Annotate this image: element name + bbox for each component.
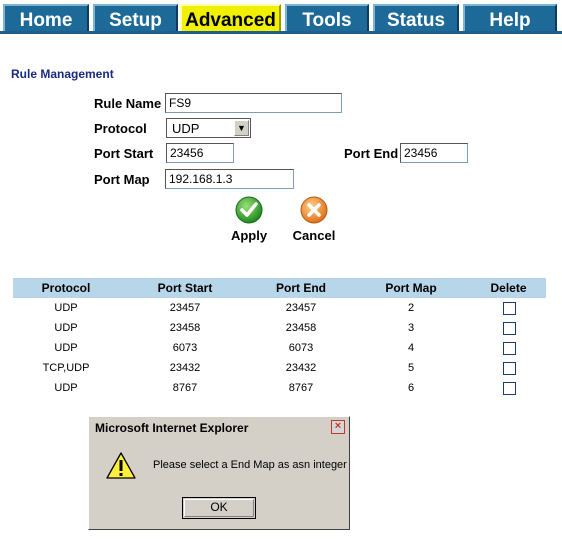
alert-dialog: Microsoft Internet Explorer × Please sel… [88,416,350,530]
tab-tools[interactable]: Tools [285,4,369,32]
delete-checkbox[interactable] [503,362,516,375]
col-delete: Delete [490,281,527,295]
cell-port-end: 23457 [285,302,317,314]
cell-port-end: 6073 [288,342,314,354]
port-start-input[interactable] [166,143,234,163]
cell-port-end: 23432 [285,362,317,374]
ok-button[interactable]: OK [182,497,256,519]
tab-advanced[interactable]: Advanced [180,4,281,32]
apply-label: Apply [230,228,268,243]
tab-setup[interactable]: Setup [93,4,178,32]
nav-underline [0,31,562,34]
delete-checkbox[interactable] [503,342,516,355]
delete-checkbox[interactable] [503,322,516,335]
cell-protocol: UDP [54,302,78,314]
tab-help[interactable]: Help [463,4,557,32]
protocol-label: Protocol [94,121,147,136]
close-icon[interactable]: × [331,420,345,434]
tab-status[interactable]: Status [373,4,459,32]
col-port-map: Port Map [385,281,437,295]
port-end-input[interactable] [400,143,468,163]
col-protocol: Protocol [41,281,91,295]
cell-protocol: UDP [54,322,78,334]
cell-port-map: 6 [407,382,415,394]
warning-icon [105,451,137,486]
cancel-button[interactable]: Cancel [289,196,339,243]
cell-port-start: 6073 [172,342,198,354]
port-start-label: Port Start [94,146,154,161]
cell-port-end: 8767 [288,382,314,394]
cell-port-start: 8767 [172,382,198,394]
rules-table-header: Protocol Port Start Port End Port Map De… [13,278,546,298]
chevron-down-icon[interactable]: ▼ [234,120,249,136]
dialog-title: Microsoft Internet Explorer [95,421,249,435]
col-port-end: Port End [276,281,326,295]
port-map-label: Port Map [94,172,150,187]
cell-port-start: 23432 [169,362,201,374]
cell-protocol: TCP,UDP [42,362,90,374]
protocol-selected-value: UDP [172,121,200,136]
x-icon [300,196,328,224]
cell-port-map: 2 [407,302,415,314]
cell-port-end: 23458 [285,322,317,334]
rule-name-label: Rule Name [94,96,162,111]
port-end-label: Port End [344,146,399,161]
delete-checkbox[interactable] [503,302,516,315]
dialog-message: Please select a End Map as asn integer [153,459,347,471]
apply-button[interactable]: Apply [226,196,272,243]
tab-home[interactable]: Home [3,4,89,32]
col-port-start: Port Start [157,281,213,295]
ok-label: OK [210,500,228,514]
cell-port-map: 5 [407,362,415,374]
top-nav: Home Setup Advanced Tools Status Help [0,0,562,34]
rule-name-input[interactable] [165,93,342,113]
checkmark-icon [235,196,263,224]
delete-checkbox[interactable] [503,382,516,395]
cancel-label: Cancel [292,228,336,243]
cell-port-map: 3 [407,322,415,334]
cell-port-map: 4 [407,342,415,354]
port-map-input[interactable] [165,169,294,189]
cell-port-start: 23457 [169,302,201,314]
section-title: Rule Management [11,67,114,81]
protocol-select[interactable]: UDP ▼ [166,118,251,138]
cell-protocol: UDP [54,342,78,354]
dialog-titlebar[interactable]: Microsoft Internet Explorer × [91,419,347,437]
cell-port-start: 23458 [169,322,201,334]
cell-protocol: UDP [54,382,78,394]
